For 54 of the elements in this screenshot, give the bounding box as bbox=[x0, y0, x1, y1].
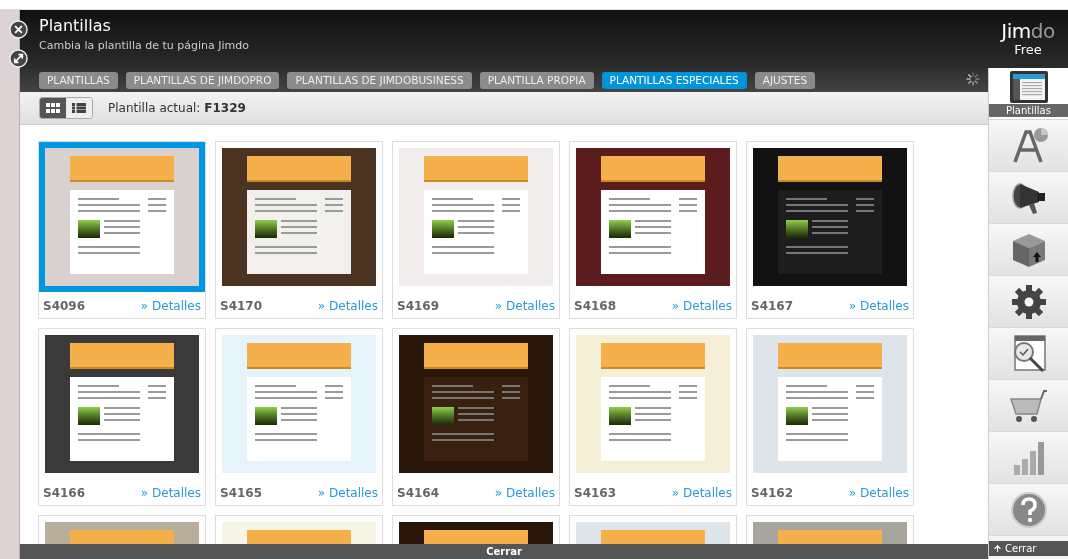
list-view-button[interactable] bbox=[66, 98, 92, 118]
template-code: S4163 bbox=[574, 485, 617, 502]
template-code: S4168 bbox=[574, 298, 617, 315]
template-code: S4170 bbox=[220, 298, 263, 315]
template-screen-icon bbox=[1008, 70, 1049, 104]
template-code: S4096 bbox=[43, 298, 86, 315]
template-code: S4165 bbox=[220, 485, 263, 502]
sidebar-close-button[interactable]: Cerrar bbox=[989, 541, 1068, 556]
details-link[interactable]: » Detalles bbox=[848, 484, 909, 502]
loading-spinner-icon bbox=[966, 72, 980, 86]
list-icon bbox=[72, 103, 86, 113]
tab[interactable]: PLANTILLAS DE JIMDOPRO bbox=[125, 72, 280, 89]
template-card[interactable]: S4163 » Detalles bbox=[569, 328, 737, 506]
close-bar[interactable]: Cerrar bbox=[20, 544, 988, 559]
tab[interactable]: PLANTILLAS bbox=[39, 72, 118, 89]
panel-subtitle: Cambia la plantilla de tu página Jimdo bbox=[39, 38, 249, 54]
template-card[interactable]: S4096 » Detalles bbox=[38, 141, 206, 319]
panel-title: Plantillas bbox=[39, 16, 112, 36]
details-link[interactable]: » Detalles bbox=[848, 297, 909, 315]
current-template-label: Plantilla actual: F1329 bbox=[108, 100, 246, 117]
help-icon bbox=[1008, 489, 1049, 530]
details-link[interactable]: » Detalles bbox=[140, 297, 201, 315]
template-card[interactable]: S4169 » Detalles bbox=[392, 141, 560, 319]
arrow-up-icon bbox=[993, 544, 1002, 553]
details-link[interactable]: » Detalles bbox=[140, 484, 201, 502]
details-link[interactable]: » Detalles bbox=[494, 484, 555, 502]
template-card[interactable]: S4170 » Detalles bbox=[215, 141, 383, 319]
tab[interactable]: AJUSTES bbox=[754, 72, 816, 89]
tab[interactable]: PLANTILLAS ESPECIALES bbox=[601, 72, 747, 89]
template-card[interactable]: S4162 » Detalles bbox=[746, 328, 914, 506]
template-card[interactable]: S4166 » Detalles bbox=[38, 328, 206, 506]
expand-icon[interactable] bbox=[9, 49, 28, 68]
template-code: S4164 bbox=[397, 485, 440, 502]
grid-icon bbox=[46, 103, 60, 113]
tab[interactable]: PLANTILLA PROPIA bbox=[479, 72, 594, 89]
brand-logo: Jimdo bbox=[1001, 20, 1055, 42]
close-icon[interactable] bbox=[9, 20, 28, 39]
grid-view-button[interactable] bbox=[40, 98, 66, 118]
template-card[interactable]: S4164 » Detalles bbox=[392, 328, 560, 506]
details-link[interactable]: » Detalles bbox=[494, 297, 555, 315]
template-code: S4162 bbox=[751, 485, 794, 502]
sidebar-item[interactable]: Plantillas bbox=[989, 68, 1068, 120]
template-card[interactable]: S4165 » Detalles bbox=[215, 328, 383, 506]
details-link[interactable]: » Detalles bbox=[671, 484, 732, 502]
template-card[interactable]: S4168 » Detalles bbox=[569, 141, 737, 319]
tab[interactable]: PLANTILLAS DE JIMDOBUSINESS bbox=[287, 72, 472, 89]
plan-label: Free bbox=[1014, 42, 1042, 58]
template-code: S4167 bbox=[751, 298, 794, 315]
details-link[interactable]: » Detalles bbox=[671, 297, 732, 315]
template-card[interactable]: S4167 » Detalles bbox=[746, 141, 914, 319]
template-code: S4169 bbox=[397, 298, 440, 315]
template-code: S4166 bbox=[43, 485, 86, 502]
details-link[interactable]: » Detalles bbox=[317, 297, 378, 315]
details-link[interactable]: » Detalles bbox=[317, 484, 378, 502]
